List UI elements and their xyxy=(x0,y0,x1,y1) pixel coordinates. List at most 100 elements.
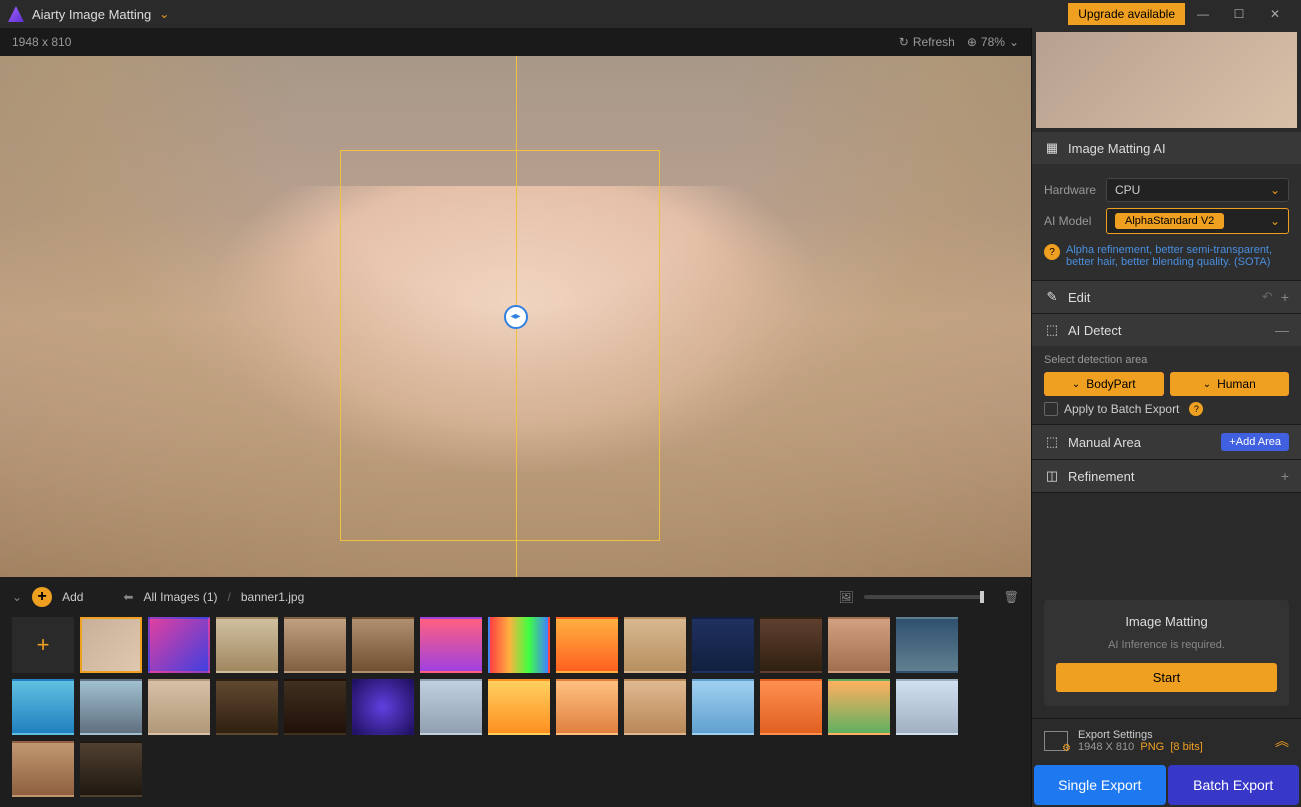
expand-up-icon[interactable]: ︽ xyxy=(1275,731,1289,751)
matting-box-hint: AI Inference is required. xyxy=(1056,639,1277,651)
section-matting-ai: ▦ Image Matting AI xyxy=(1032,132,1301,164)
chevron-down-icon: ⌄ xyxy=(1270,183,1280,197)
canvas-toolbar: 1948 x 810 ↻ Refresh ⊕ 78% ⌄ xyxy=(0,28,1031,56)
thumbnail[interactable] xyxy=(760,679,822,735)
thumbnail[interactable] xyxy=(352,679,414,735)
zoom-icon: ⊕ xyxy=(967,35,977,49)
thumbnail[interactable] xyxy=(216,679,278,735)
comparison-handle[interactable]: ◂▸ xyxy=(504,305,528,329)
app-logo-icon xyxy=(8,6,24,22)
batch-export-button[interactable]: Batch Export xyxy=(1168,765,1300,805)
thumbnail[interactable] xyxy=(488,679,550,735)
thumbnail[interactable] xyxy=(148,617,210,673)
thumbnail[interactable] xyxy=(284,617,346,673)
manual-area-icon: ⬚ xyxy=(1044,434,1060,450)
hardware-label: Hardware xyxy=(1044,183,1098,197)
model-label: AI Model xyxy=(1044,214,1098,228)
help-icon[interactable]: ? xyxy=(1044,244,1060,260)
thumbnail[interactable] xyxy=(12,741,74,797)
close-button[interactable]: ✕ xyxy=(1257,0,1293,28)
start-button[interactable]: Start xyxy=(1056,663,1277,692)
chevron-down-icon: ⌄ xyxy=(1072,379,1080,390)
app-menu-chevron-icon[interactable]: ⌄ xyxy=(159,7,169,21)
thumbnail[interactable] xyxy=(896,679,958,735)
add-image-button[interactable]: + xyxy=(32,587,52,607)
preview-thumbnail xyxy=(1036,32,1297,128)
add-area-button[interactable]: +Add Area xyxy=(1221,433,1289,451)
thumbnail[interactable] xyxy=(556,617,618,673)
undo-icon[interactable]: ↶ xyxy=(1262,289,1273,305)
chevron-down-icon: ⌄ xyxy=(1009,35,1019,49)
refresh-button[interactable]: ↻ Refresh xyxy=(899,35,955,49)
thumbnail[interactable] xyxy=(420,679,482,735)
thumbnail[interactable] xyxy=(80,679,142,735)
thumbnail[interactable] xyxy=(692,617,754,673)
matting-ai-icon: ▦ xyxy=(1044,140,1060,156)
plus-icon[interactable]: + xyxy=(1281,289,1289,305)
model-select[interactable]: AlphaStandard V2 ⌄ xyxy=(1106,208,1289,234)
titlebar: Aiarty Image Matting ⌄ Upgrade available… xyxy=(0,0,1301,28)
thumbnail[interactable] xyxy=(80,741,142,797)
thumbnail[interactable] xyxy=(828,679,890,735)
thumb-size-slider[interactable] xyxy=(864,595,984,599)
breadcrumb-all[interactable]: All Images (1) xyxy=(143,590,217,604)
section-edit[interactable]: ✎ Edit ↶ + xyxy=(1032,281,1301,313)
zoom-control[interactable]: ⊕ 78% ⌄ xyxy=(967,35,1019,49)
image-icon: 🖼 xyxy=(839,590,854,604)
chevron-down-icon: ⌄ xyxy=(1203,379,1211,390)
detect-icon: ⬚ xyxy=(1044,322,1060,338)
thumbnail[interactable] xyxy=(896,617,958,673)
single-export-button[interactable]: Single Export xyxy=(1034,765,1166,805)
chip-human[interactable]: ⌄ Human xyxy=(1170,372,1290,396)
matting-box-title: Image Matting xyxy=(1056,614,1277,629)
export-settings-title: Export Settings xyxy=(1078,729,1265,741)
refresh-icon: ↻ xyxy=(899,35,909,49)
thumbnail[interactable] xyxy=(80,617,142,673)
thumbnail[interactable] xyxy=(216,617,278,673)
thumbnail[interactable] xyxy=(148,679,210,735)
thumbnail[interactable] xyxy=(420,617,482,673)
app-title: Aiarty Image Matting xyxy=(32,7,151,22)
canvas-viewport[interactable]: ◂▸ xyxy=(0,56,1031,577)
export-settings[interactable]: Export Settings 1948 X 810 PNG [8 bits] … xyxy=(1032,718,1301,763)
thumbnail[interactable] xyxy=(760,617,822,673)
export-settings-icon xyxy=(1044,731,1068,751)
breadcrumb-current: banner1.jpg xyxy=(241,590,304,604)
edit-icon: ✎ xyxy=(1044,289,1060,305)
minus-icon[interactable]: — xyxy=(1275,322,1289,338)
properties-panel: ▦ Image Matting AI Hardware CPU ⌄ AI Mod… xyxy=(1031,28,1301,807)
hardware-select[interactable]: CPU ⌄ xyxy=(1106,178,1289,202)
delete-icon[interactable]: 🗑 xyxy=(1004,590,1019,604)
model-hint: Alpha refinement, better semi-transparen… xyxy=(1066,244,1289,268)
apply-batch-checkbox[interactable] xyxy=(1044,402,1058,416)
back-arrow-icon[interactable]: ⬅ xyxy=(123,590,133,604)
thumbnail[interactable] xyxy=(12,679,74,735)
section-ai-detect[interactable]: ⬚ AI Detect — xyxy=(1032,314,1301,346)
minimize-button[interactable]: — xyxy=(1185,0,1221,28)
thumbnail[interactable] xyxy=(352,617,414,673)
maximize-button[interactable]: ☐ xyxy=(1221,0,1257,28)
detect-hint: Select detection area xyxy=(1044,354,1289,366)
thumbnail[interactable] xyxy=(488,617,550,673)
apply-batch-label: Apply to Batch Export xyxy=(1064,402,1179,416)
thumbnail[interactable] xyxy=(284,679,346,735)
refinement-icon: ◫ xyxy=(1044,468,1060,484)
thumbnail[interactable] xyxy=(692,679,754,735)
thumbnail[interactable] xyxy=(556,679,618,735)
thumbnail[interactable] xyxy=(828,617,890,673)
chip-bodypart[interactable]: ⌄ BodyPart xyxy=(1044,372,1164,396)
upgrade-button[interactable]: Upgrade available xyxy=(1068,3,1185,25)
thumbnail[interactable] xyxy=(624,617,686,673)
filmstrip: ⌄ + Add ⬅ All Images (1) / banner1.jpg 🖼… xyxy=(0,577,1031,807)
image-dimensions: 1948 x 810 xyxy=(12,35,71,49)
plus-icon[interactable]: + xyxy=(1281,468,1289,484)
expand-icon[interactable]: ⌄ xyxy=(12,590,22,604)
help-icon[interactable]: ? xyxy=(1189,402,1203,416)
add-thumb-button[interactable]: + xyxy=(12,617,74,673)
matting-action-box: Image Matting AI Inference is required. … xyxy=(1044,600,1289,706)
breadcrumb-sep: / xyxy=(228,590,231,604)
section-manual-area[interactable]: ⬚ Manual Area +Add Area xyxy=(1032,425,1301,459)
section-refinement[interactable]: ◫ Refinement + xyxy=(1032,460,1301,492)
thumbnail[interactable] xyxy=(624,679,686,735)
add-label: Add xyxy=(62,590,83,604)
